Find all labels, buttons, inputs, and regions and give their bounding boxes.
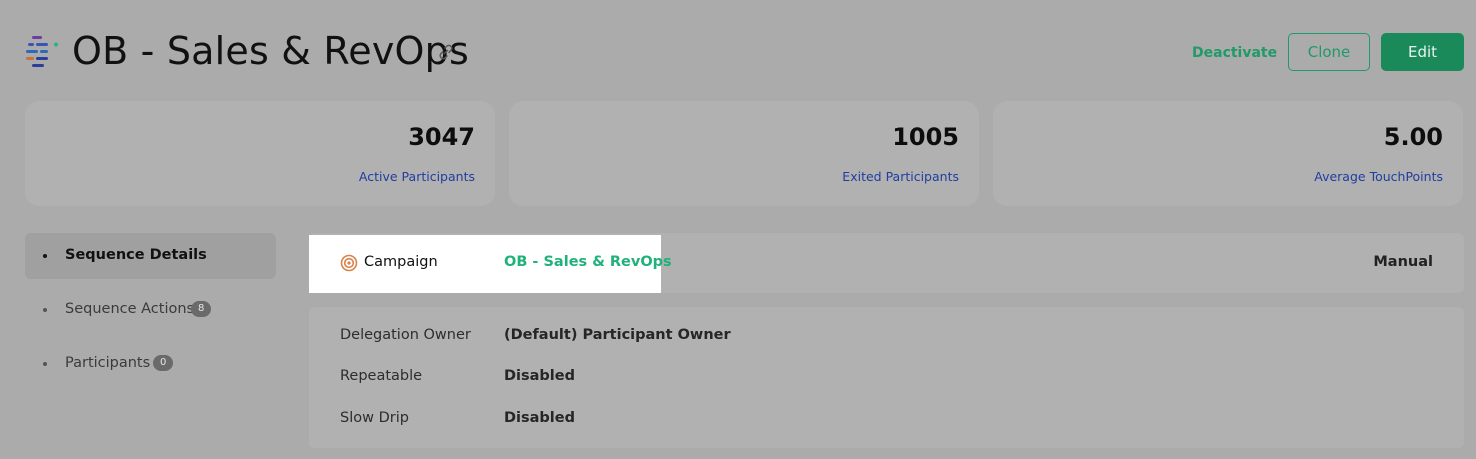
bullet-icon [43,362,47,366]
sidebar-item-participants[interactable]: Participants 0 [25,341,276,387]
sidebar-item-label: Sequence Details [65,247,207,263]
stat-card-exited-participants: 1005 Exited Participants [509,101,979,206]
detail-label: Slow Drip [340,410,409,426]
campaign-label: Campaign [364,254,438,270]
stat-value: 1005 [892,123,959,151]
detail-label: Repeatable [340,368,423,384]
bullet-icon [43,254,47,258]
count-badge: 8 [191,301,212,317]
sidebar-nav: Sequence Details Sequence Actions 8 Part… [25,233,276,395]
deactivate-button[interactable]: Deactivate [1180,36,1289,70]
sidebar-item-label: Sequence Actions [65,301,195,317]
campaign-mode: Manual [1373,254,1433,270]
sequence-logo-icon [26,36,58,67]
detail-value: Disabled [504,368,575,384]
sidebar-item-sequence-details[interactable]: Sequence Details [25,233,276,279]
page-header: OB - Sales & RevOps Deactivate Clone Edi… [0,0,1476,100]
detail-label: Delegation Owner [340,327,471,343]
page-title: OB - Sales & RevOps [72,29,469,73]
sidebar-item-label: Participants [65,355,151,371]
sidebar-item-sequence-actions[interactable]: Sequence Actions 8 [25,287,276,333]
stat-value: 5.00 [1383,123,1443,151]
campaign-link[interactable]: OB - Sales & RevOps [504,254,672,270]
stat-card-average-touchpoints: 5.00 Average TouchPoints [993,101,1463,206]
stat-value: 3047 [408,123,475,151]
count-badge: 0 [153,355,174,371]
link-icon[interactable] [436,42,456,62]
stat-label-link[interactable]: Average TouchPoints [1314,169,1443,184]
target-icon [340,254,358,272]
stat-label-link[interactable]: Active Participants [359,169,475,184]
detail-value: Disabled [504,410,575,426]
stat-label-link[interactable]: Exited Participants [842,169,959,184]
detail-value: (Default) Participant Owner [504,327,731,343]
edit-button[interactable]: Edit [1381,33,1464,71]
details-card [309,307,1464,448]
bullet-icon [43,308,47,312]
clone-button[interactable]: Clone [1288,33,1370,71]
stat-card-active-participants: 3047 Active Participants [25,101,495,206]
